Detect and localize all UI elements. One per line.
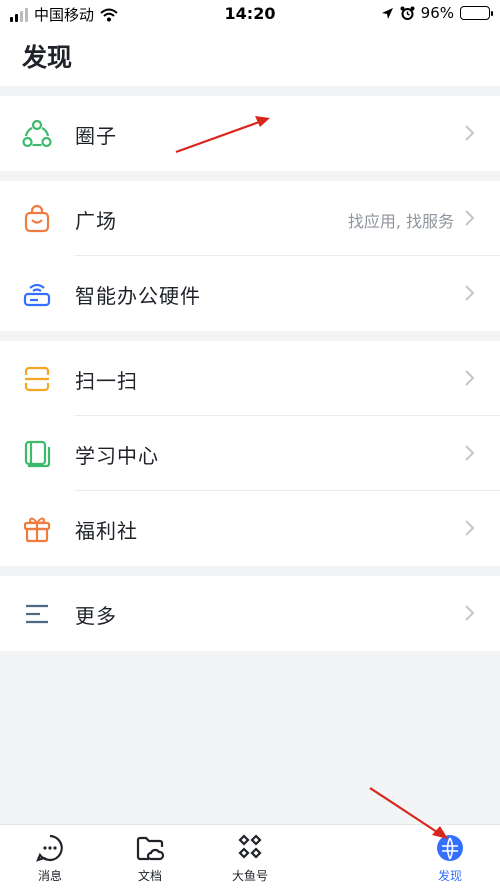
group-more: 更多 — [0, 576, 500, 651]
tab-label: 发现 — [437, 869, 462, 883]
circle-network-icon — [22, 119, 52, 149]
menu-item-label: 福利社 — [75, 519, 138, 543]
tab-discover[interactable]: 发现 — [420, 833, 480, 884]
status-bar: 中国移动 14:20 96% — [0, 0, 500, 28]
menu-item-hint: 找应用, 找服务 — [347, 212, 454, 231]
menu-item-office-hardware[interactable]: 智能办公硬件 — [0, 256, 500, 331]
menu-item-label: 更多 — [75, 604, 117, 628]
location-arrow-icon — [381, 7, 393, 19]
menu-item-label: 圈子 — [75, 124, 117, 148]
alarm-clock-icon — [400, 6, 415, 20]
page-title: 发现 — [22, 43, 73, 72]
router-device-icon — [22, 279, 52, 309]
menu-item-plaza[interactable]: 广场 找应用, 找服务 — [0, 181, 500, 256]
tab-label: 文档 — [137, 869, 162, 883]
gift-icon — [22, 514, 52, 544]
chat-bubble-icon — [36, 834, 63, 862]
menu-item-circles[interactable]: 圈子 — [0, 96, 500, 171]
chevron-right-icon — [465, 370, 475, 386]
tab-label: 大鱼号 — [231, 869, 268, 883]
shopping-bag-icon — [22, 204, 52, 234]
menu-item-scan[interactable]: 扫一扫 — [0, 341, 500, 416]
menu-lines-icon — [22, 599, 52, 629]
tab-dayuhao[interactable]: 大鱼号 — [220, 833, 280, 884]
discover-globe-icon — [437, 835, 463, 861]
chevron-right-icon — [465, 210, 475, 226]
menu-item-label: 扫一扫 — [75, 369, 138, 393]
menu-item-more[interactable]: 更多 — [0, 576, 500, 651]
folder-cloud-icon — [136, 836, 165, 861]
menu-item-label: 学习中心 — [75, 444, 159, 468]
battery-percent: 96% — [420, 4, 454, 22]
tab-label: 消息 — [37, 869, 62, 883]
tab-messages[interactable]: 消息 — [20, 833, 80, 884]
menu-item-label: 广场 — [75, 209, 117, 233]
group-tools: 扫一扫 学习中心 福利社 — [0, 341, 500, 566]
chevron-right-icon — [465, 445, 475, 461]
chevron-right-icon — [465, 285, 475, 301]
group-apps: 广场 找应用, 找服务 智能办公硬件 — [0, 181, 500, 331]
grid-app-icon — [238, 834, 262, 859]
scan-icon — [22, 364, 52, 394]
status-right: 96% — [381, 4, 493, 22]
menu-item-learning-center[interactable]: 学习中心 — [0, 416, 500, 491]
chevron-right-icon — [465, 520, 475, 536]
chevron-right-icon — [465, 125, 475, 141]
book-icon — [22, 439, 52, 469]
tab-docs[interactable]: 文档 — [120, 833, 180, 884]
chevron-right-icon — [465, 605, 475, 621]
group-circles: 圈子 — [0, 96, 500, 171]
battery-icon — [460, 6, 493, 20]
page-header: 发现 — [0, 28, 500, 86]
menu-item-label: 智能办公硬件 — [75, 284, 201, 308]
bottom-tab-bar: 消息 文档 大鱼号 发现 — [0, 824, 500, 889]
menu-item-welfare[interactable]: 福利社 — [0, 491, 500, 566]
